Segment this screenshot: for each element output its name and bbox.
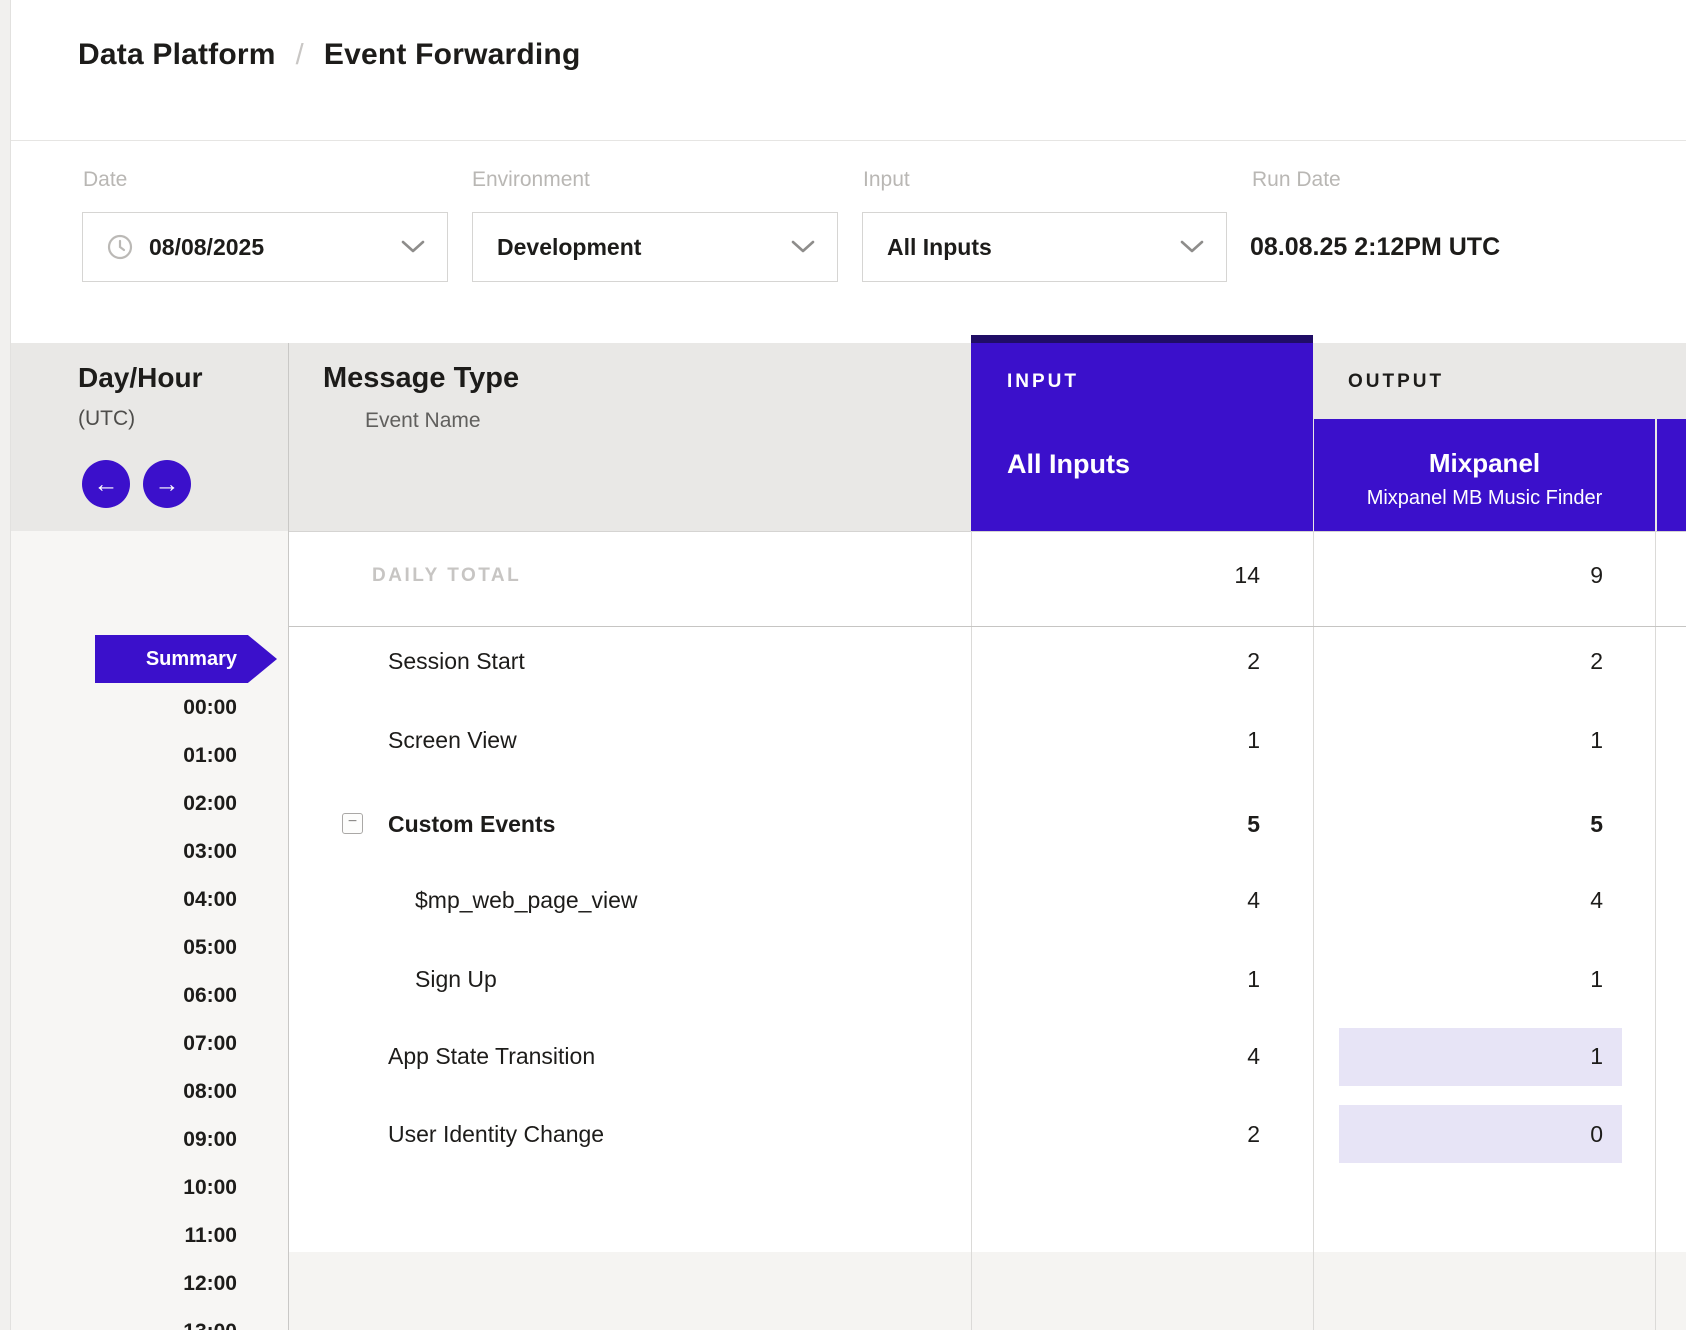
next-day-button[interactable]: → xyxy=(143,460,191,508)
row-input-value: 5 xyxy=(1000,811,1260,838)
breadcrumb-separator: / xyxy=(296,39,304,72)
hour-row-0800[interactable]: 08:00 xyxy=(78,1080,237,1104)
chevron-down-icon xyxy=(1180,240,1204,254)
sidebar-divider xyxy=(288,343,289,1330)
row-output-value: 4 xyxy=(1343,887,1603,914)
date-select-value: 08/08/2025 xyxy=(149,234,264,261)
row-output-value: 1 xyxy=(1343,1043,1603,1070)
row-input-value: 2 xyxy=(1000,1121,1260,1148)
row-output-value: 5 xyxy=(1343,811,1603,838)
row-label-mp-web-page-view: $mp_web_page_view xyxy=(415,887,638,914)
left-edge-strip xyxy=(0,0,11,1330)
arrow-left-icon: ← xyxy=(94,470,119,499)
hour-row-0200[interactable]: 02:00 xyxy=(78,792,237,816)
hour-row-0100[interactable]: 01:00 xyxy=(78,744,237,768)
table-footer-area xyxy=(289,1252,1686,1330)
chevron-down-icon xyxy=(791,240,815,254)
hour-row-1300[interactable]: 13:00 xyxy=(78,1320,237,1330)
hour-row-0900[interactable]: 09:00 xyxy=(78,1128,237,1152)
output-column-header[interactable]: Mixpanel Mixpanel MB Music Finder xyxy=(1314,419,1655,531)
hour-row-1100[interactable]: 11:00 xyxy=(78,1224,237,1248)
run-date-label: Run Date xyxy=(1252,168,1341,192)
row-input-value: 1 xyxy=(1000,727,1260,754)
day-hour-column-title: Day/Hour xyxy=(78,362,202,394)
hour-row-0300[interactable]: 03:00 xyxy=(78,840,237,864)
date-select[interactable]: 08/08/2025 xyxy=(82,212,448,282)
hour-row-0500[interactable]: 05:00 xyxy=(78,936,237,960)
input-filter-label: Input xyxy=(863,168,910,192)
breadcrumb-bar: Data Platform / Event Forwarding xyxy=(11,0,1686,141)
output-column-label: OUTPUT xyxy=(1348,371,1444,393)
environment-select[interactable]: Development xyxy=(472,212,838,282)
chevron-down-icon xyxy=(401,240,425,254)
summary-row-badge[interactable]: Summary xyxy=(95,635,277,683)
event-name-subheader: Event Name xyxy=(365,409,481,433)
previous-day-button[interactable]: ← xyxy=(82,460,130,508)
row-label-screen-view: Screen View xyxy=(388,727,517,754)
column-divider xyxy=(1655,531,1656,1330)
clock-icon xyxy=(107,234,133,260)
date-filter-label: Date xyxy=(83,168,127,192)
row-output-value: 0 xyxy=(1343,1121,1603,1148)
input-column-label: INPUT xyxy=(1007,371,1079,393)
hour-row-1000[interactable]: 10:00 xyxy=(78,1176,237,1200)
environment-filter-label: Environment xyxy=(472,168,590,192)
input-select[interactable]: All Inputs xyxy=(862,212,1227,282)
row-input-value: 2 xyxy=(1000,648,1260,675)
next-output-column-header[interactable] xyxy=(1657,419,1686,531)
hour-row-0700[interactable]: 07:00 xyxy=(78,1032,237,1056)
event-forwarding-page: Data Platform / Event Forwarding Date 08… xyxy=(0,0,1686,1330)
run-date-value: 08.08.25 2:12PM UTC xyxy=(1250,233,1500,262)
hour-row-0600[interactable]: 06:00 xyxy=(78,984,237,1008)
page-title: Event Forwarding xyxy=(324,38,581,72)
daily-total-input-value: 14 xyxy=(1000,562,1260,589)
row-label-app-state-transition: App State Transition xyxy=(388,1043,595,1070)
breadcrumb: Data Platform / Event Forwarding xyxy=(78,38,580,72)
arrow-right-icon: → xyxy=(155,470,180,499)
daily-total-divider xyxy=(289,626,1686,627)
daily-total-label: DAILY TOTAL xyxy=(372,565,521,587)
row-output-value: 1 xyxy=(1343,966,1603,993)
input-select-value: All Inputs xyxy=(887,234,992,261)
day-hour-timezone: (UTC) xyxy=(78,407,135,431)
input-column-header[interactable]: INPUT All Inputs xyxy=(971,335,1313,531)
row-output-value: 2 xyxy=(1343,648,1603,675)
daily-total-output-value: 9 xyxy=(1343,562,1603,589)
input-column-selection: All Inputs xyxy=(1007,449,1130,480)
breadcrumb-section[interactable]: Data Platform xyxy=(78,38,276,72)
column-divider xyxy=(1313,531,1314,1330)
environment-select-value: Development xyxy=(497,234,641,261)
hour-row-0000[interactable]: 00:00 xyxy=(78,696,237,720)
message-type-column-title: Message Type xyxy=(323,362,519,395)
output-name: Mixpanel xyxy=(1314,447,1655,479)
row-input-value: 1 xyxy=(1000,966,1260,993)
output-connection-name: Mixpanel MB Music Finder xyxy=(1314,486,1655,510)
hour-row-1200[interactable]: 12:00 xyxy=(78,1272,237,1296)
collapse-icon[interactable]: − xyxy=(342,813,363,834)
column-divider xyxy=(971,531,972,1330)
hour-row-0400[interactable]: 04:00 xyxy=(78,888,237,912)
row-input-value: 4 xyxy=(1000,887,1260,914)
row-input-value: 4 xyxy=(1000,1043,1260,1070)
row-label-session-start: Session Start xyxy=(388,648,525,675)
row-label-custom-events: Custom Events xyxy=(388,811,555,838)
row-output-value: 1 xyxy=(1343,727,1603,754)
row-label-user-identity-change: User Identity Change xyxy=(388,1121,604,1148)
row-label-sign-up: Sign Up xyxy=(415,966,497,993)
